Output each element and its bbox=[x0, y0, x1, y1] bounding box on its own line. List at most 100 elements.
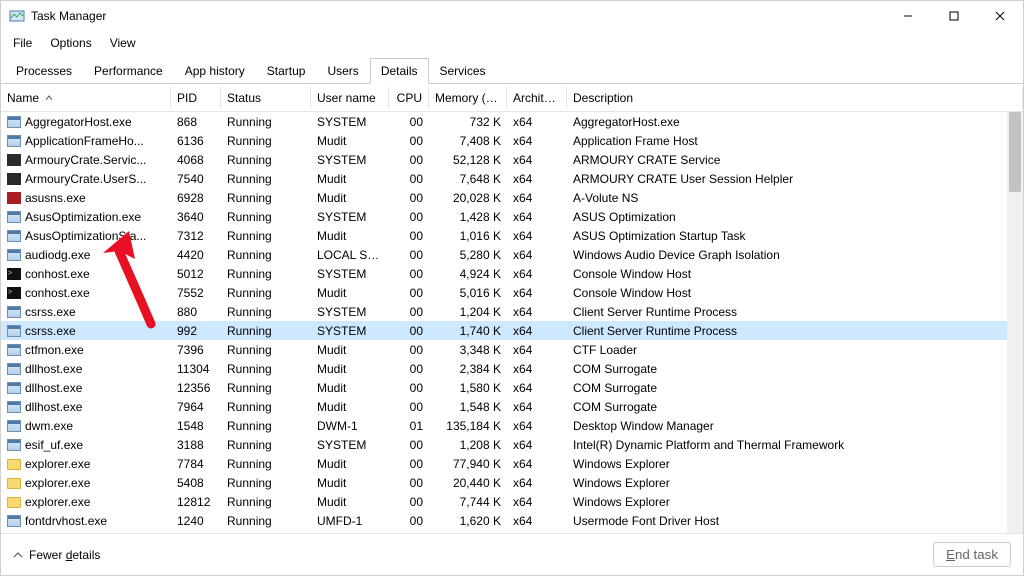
window-title: Task Manager bbox=[31, 9, 885, 23]
cell: Running bbox=[221, 476, 311, 490]
chevron-up-icon[interactable] bbox=[13, 550, 23, 560]
table-row[interactable]: csrss.exe992RunningSYSTEM001,740 Kx64Cli… bbox=[1, 321, 1007, 340]
cell: 01 bbox=[389, 419, 429, 433]
cell: SYSTEM bbox=[311, 438, 389, 452]
tab-performance[interactable]: Performance bbox=[83, 58, 174, 84]
tabs: ProcessesPerformanceApp historyStartupUs… bbox=[1, 57, 1023, 84]
cell: x64 bbox=[507, 134, 567, 148]
table-row[interactable]: ArmouryCrate.Servic...4068RunningSYSTEM0… bbox=[1, 150, 1007, 169]
maximize-button[interactable] bbox=[931, 1, 977, 31]
tab-processes[interactable]: Processes bbox=[5, 58, 83, 84]
column-header[interactable]: Archite... bbox=[507, 87, 567, 109]
tab-services[interactable]: Services bbox=[429, 58, 497, 84]
folder-icon bbox=[7, 478, 21, 489]
cell: x64 bbox=[507, 248, 567, 262]
end-task-button[interactable]: End task bbox=[933, 542, 1011, 567]
table-row[interactable]: dwm.exe1548RunningDWM-101135,184 Kx64Des… bbox=[1, 416, 1007, 435]
cell: 00 bbox=[389, 286, 429, 300]
table-row[interactable]: AsusOptimization.exe3640RunningSYSTEM001… bbox=[1, 207, 1007, 226]
cell: 1,208 K bbox=[429, 438, 507, 452]
column-header[interactable]: Status bbox=[221, 87, 311, 109]
menubar: File Options View bbox=[1, 31, 1023, 55]
table-row[interactable]: fontdrvhost.exe1240RunningUMFD-1001,620 … bbox=[1, 511, 1007, 530]
cell: SYSTEM bbox=[311, 115, 389, 129]
cell: 00 bbox=[389, 495, 429, 509]
tab-details[interactable]: Details bbox=[370, 58, 429, 84]
cell: 1,204 K bbox=[429, 305, 507, 319]
table-row[interactable]: explorer.exe12812RunningMudit007,744 Kx6… bbox=[1, 492, 1007, 511]
column-header[interactable]: Description bbox=[567, 87, 1023, 109]
tab-app-history[interactable]: App history bbox=[174, 58, 256, 84]
table-row[interactable]: ctfmon.exe7396RunningMudit003,348 Kx64CT… bbox=[1, 340, 1007, 359]
titlebar[interactable]: Task Manager bbox=[1, 1, 1023, 31]
menu-file[interactable]: File bbox=[5, 33, 40, 53]
cell: 00 bbox=[389, 191, 429, 205]
cell: 3,348 K bbox=[429, 343, 507, 357]
cell: >conhost.exe bbox=[1, 267, 171, 281]
cell: SYSTEM bbox=[311, 210, 389, 224]
cell: 00 bbox=[389, 381, 429, 395]
cell: 00 bbox=[389, 115, 429, 129]
app-icon bbox=[7, 325, 21, 337]
cell: COM Surrogate bbox=[567, 381, 1007, 395]
cell: Running bbox=[221, 343, 311, 357]
cell: Mudit bbox=[311, 400, 389, 414]
cell: Client Server Runtime Process bbox=[567, 305, 1007, 319]
table-row[interactable]: csrss.exe880RunningSYSTEM001,204 Kx64Cli… bbox=[1, 302, 1007, 321]
red-icon bbox=[7, 192, 21, 204]
table-row[interactable]: audiodg.exe4420RunningLOCAL SE...005,280… bbox=[1, 245, 1007, 264]
table-row[interactable]: fontdrvhost.exe1248RunningUMFD-0001,024 … bbox=[1, 530, 1007, 533]
table-row[interactable]: explorer.exe7784RunningMudit0077,940 Kx6… bbox=[1, 454, 1007, 473]
table-row[interactable]: dllhost.exe12356RunningMudit001,580 Kx64… bbox=[1, 378, 1007, 397]
cell: x64 bbox=[507, 153, 567, 167]
table-row[interactable]: asusns.exe6928RunningMudit0020,028 Kx64A… bbox=[1, 188, 1007, 207]
cell: Usermode Font Driver Host bbox=[567, 514, 1007, 528]
menu-view[interactable]: View bbox=[102, 33, 144, 53]
cell: 1,024 K bbox=[429, 533, 507, 534]
app-icon bbox=[7, 116, 21, 128]
cell: ArmouryCrate.Servic... bbox=[1, 153, 171, 167]
cell: x64 bbox=[507, 229, 567, 243]
table-row[interactable]: dllhost.exe7964RunningMudit001,548 Kx64C… bbox=[1, 397, 1007, 416]
table-row[interactable]: AsusOptimizationSta...7312RunningMudit00… bbox=[1, 226, 1007, 245]
minimize-button[interactable] bbox=[885, 1, 931, 31]
close-button[interactable] bbox=[977, 1, 1023, 31]
vertical-scrollbar[interactable] bbox=[1007, 112, 1023, 533]
app-icon bbox=[7, 211, 21, 223]
column-header[interactable]: CPU bbox=[389, 87, 429, 109]
column-header[interactable]: Memory (a... bbox=[429, 87, 507, 109]
column-header[interactable]: Name bbox=[1, 87, 171, 109]
cell: x64 bbox=[507, 457, 567, 471]
menu-options[interactable]: Options bbox=[42, 33, 99, 53]
cell: 00 bbox=[389, 438, 429, 452]
table-row[interactable]: >conhost.exe5012RunningSYSTEM004,924 Kx6… bbox=[1, 264, 1007, 283]
tab-startup[interactable]: Startup bbox=[256, 58, 317, 84]
cell: COM Surrogate bbox=[567, 362, 1007, 376]
cell: 992 bbox=[171, 324, 221, 338]
table-row[interactable]: ApplicationFrameHo...6136RunningMudit007… bbox=[1, 131, 1007, 150]
cell: 5,016 K bbox=[429, 286, 507, 300]
cell: 5012 bbox=[171, 267, 221, 281]
table-row[interactable]: esif_uf.exe3188RunningSYSTEM001,208 Kx64… bbox=[1, 435, 1007, 454]
cmd-icon: > bbox=[7, 287, 21, 299]
table-row[interactable]: AggregatorHost.exe868RunningSYSTEM00732 … bbox=[1, 112, 1007, 131]
cell: 00 bbox=[389, 248, 429, 262]
tab-users[interactable]: Users bbox=[316, 58, 369, 84]
fewer-details-link[interactable]: Fewer details bbox=[29, 548, 100, 562]
column-header[interactable]: User name bbox=[311, 87, 389, 109]
table-row[interactable]: >conhost.exe7552RunningMudit005,016 Kx64… bbox=[1, 283, 1007, 302]
cell: x64 bbox=[507, 191, 567, 205]
cell: Running bbox=[221, 457, 311, 471]
cell: 2,384 K bbox=[429, 362, 507, 376]
column-header[interactable]: PID bbox=[171, 87, 221, 109]
cell: dwm.exe bbox=[1, 419, 171, 433]
cell: 7,648 K bbox=[429, 172, 507, 186]
table-row[interactable]: dllhost.exe11304RunningMudit002,384 Kx64… bbox=[1, 359, 1007, 378]
scrollbar-thumb[interactable] bbox=[1009, 112, 1021, 192]
cmd-icon: > bbox=[7, 268, 21, 280]
cell: ARMOURY CRATE Service bbox=[567, 153, 1007, 167]
cell: 7784 bbox=[171, 457, 221, 471]
table-row[interactable]: explorer.exe5408RunningMudit0020,440 Kx6… bbox=[1, 473, 1007, 492]
cell: dllhost.exe bbox=[1, 381, 171, 395]
table-row[interactable]: ArmouryCrate.UserS...7540RunningMudit007… bbox=[1, 169, 1007, 188]
